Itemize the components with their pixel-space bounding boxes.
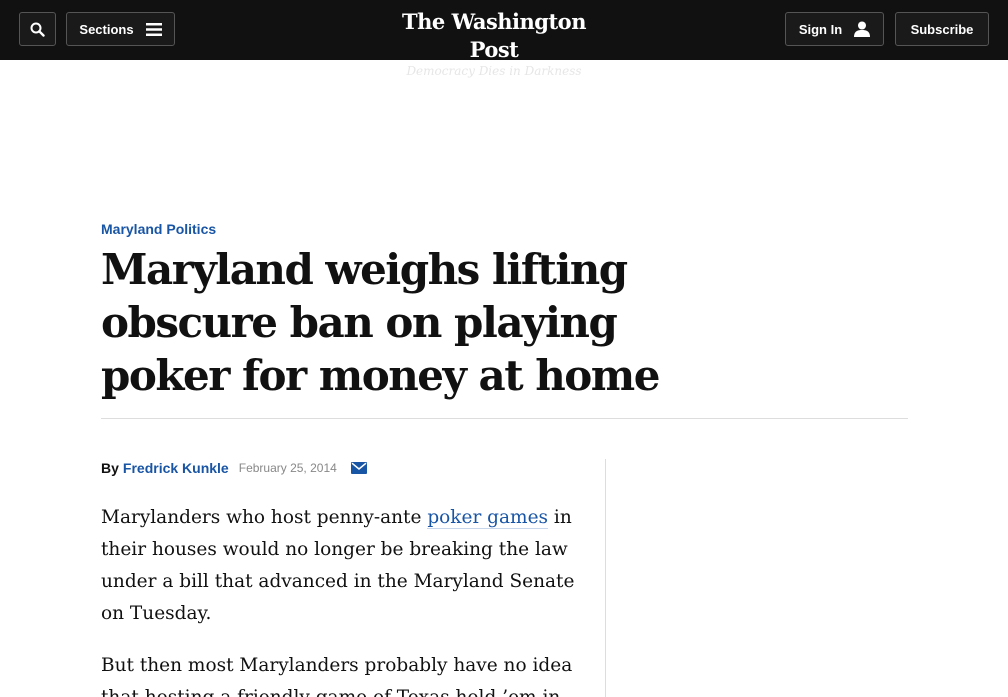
user-icon [854, 21, 871, 37]
author-link[interactable]: Fredrick Kunkle [123, 460, 229, 476]
sign-in-button[interactable]: Sign In [785, 12, 884, 46]
hamburger-menu-icon [145, 22, 162, 36]
publish-date: February 25, 2014 [238, 461, 337, 475]
tagline: Democracy Dies in Darkness [406, 64, 582, 78]
article-headline: Maryland weighs lifting obscure ban on p… [101, 245, 660, 400]
top-navigation-bar: Sections The Washington Post Democracy D… [0, 0, 1008, 78]
search-icon [30, 22, 45, 37]
headline-divider [101, 418, 908, 419]
sections-label: Sections [79, 21, 134, 37]
masthead-logo[interactable]: The Washington Post Democracy Dies in Da… [394, 8, 594, 78]
envelope-icon [350, 462, 367, 474]
subscribe-label: Subscribe [910, 21, 974, 37]
byline-prefix: By [101, 460, 119, 476]
sign-in-label: Sign In [798, 21, 843, 37]
article-paragraph-1: Marylanders who host penny-ante poker ga… [101, 502, 581, 630]
email-author-button[interactable] [350, 462, 367, 474]
logo-wordmark: The Washington Post [402, 9, 586, 62]
section-kicker-link[interactable]: Maryland Politics [101, 221, 216, 237]
byline: By Fredrick Kunkle February 25, 2014 [101, 459, 367, 477]
column-divider [605, 459, 606, 697]
article-paragraph-2: But then most Marylanders probably have … [101, 655, 573, 697]
paragraph-1-text-before: Marylanders who host penny-ante [101, 507, 428, 528]
search-button[interactable] [19, 12, 56, 46]
subscribe-button[interactable]: Subscribe [895, 12, 989, 46]
poker-games-link[interactable]: poker games [427, 507, 549, 529]
sections-menu-button[interactable]: Sections [66, 12, 175, 46]
